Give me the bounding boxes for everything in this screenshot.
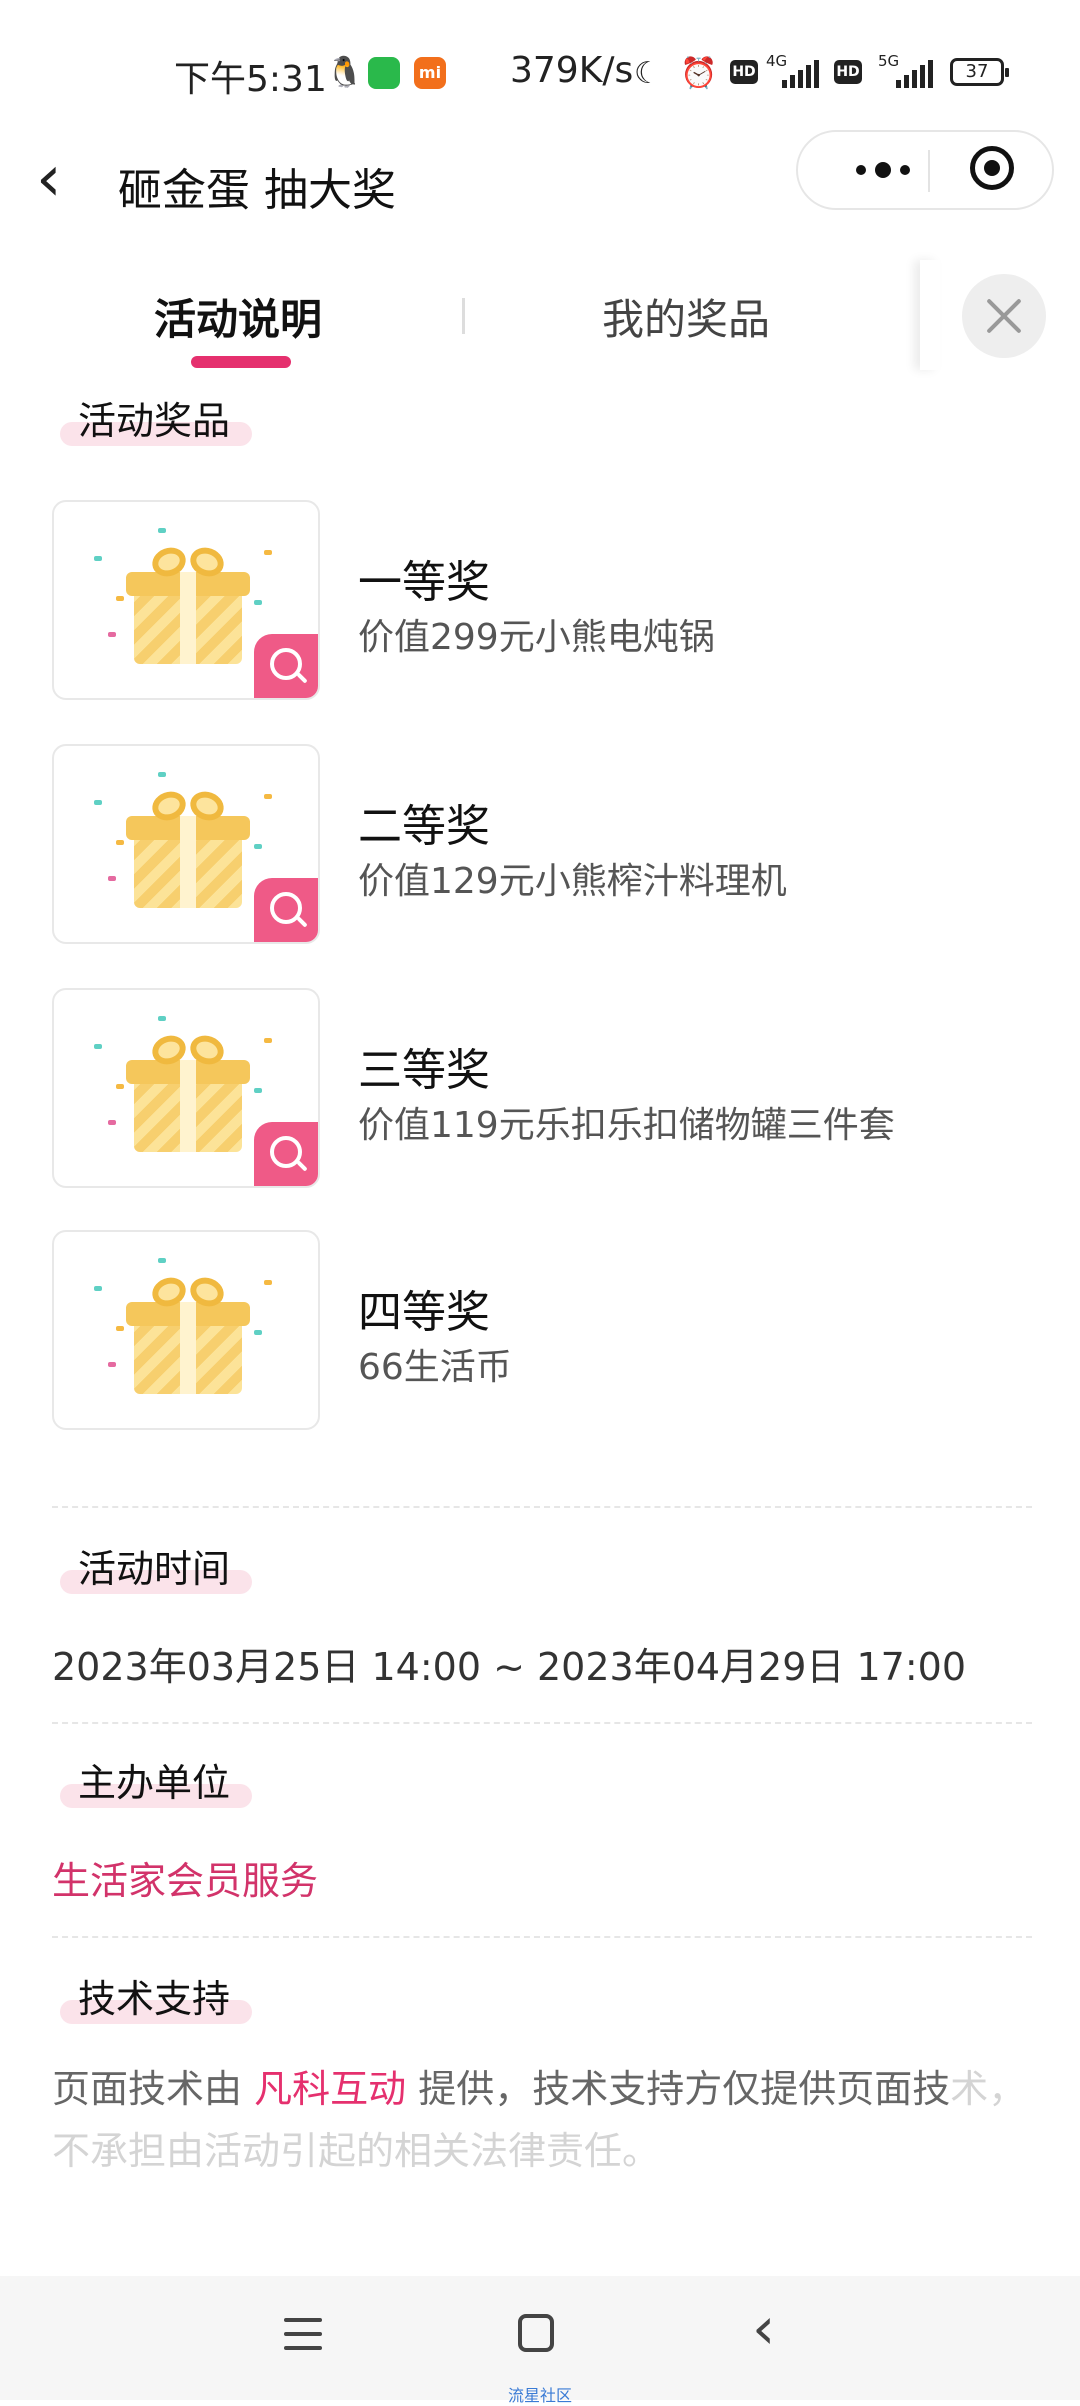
hd-badge: HD — [834, 60, 862, 84]
tab-activity-description[interactable]: 活动说明 — [154, 286, 322, 347]
back-icon[interactable]: ‹ — [752, 2294, 775, 2362]
organizer-link[interactable]: 生活家会员服务 — [52, 1850, 318, 1905]
support-description: 页面技术由 凡科互动 提供，技术支持方仅提供页面技术，不承担由活动引起的相关法律… — [52, 2058, 1032, 2182]
chevron-left-icon[interactable]: ‹ — [36, 142, 62, 216]
tab-bar: 活动说明 我的奖品 — [0, 260, 1080, 380]
network-speed: 379K/s — [510, 50, 634, 91]
more-dots-icon[interactable] — [828, 132, 938, 208]
capsule-menu — [796, 130, 1054, 210]
tab-divider — [462, 298, 465, 334]
support-text: 提供，技术支持方仅提供页面技 — [406, 2067, 951, 2111]
mini-program-navbar: ‹ 砸金蛋 抽大奖 — [0, 130, 1080, 240]
target-circle-icon[interactable] — [970, 146, 1014, 190]
watermark: 流星社区 — [508, 2386, 573, 2405]
battery-icon: 37 — [950, 58, 1009, 86]
gift-box-icon — [126, 1030, 250, 1154]
activity-time-value: 2023年03月25日 14:00 ~ 2023年04月29日 17:00 — [52, 1645, 967, 1689]
prize-thumbnail[interactable] — [52, 988, 320, 1188]
prize-name: 四等奖 — [358, 1287, 490, 1338]
zoom-search-icon[interactable] — [254, 634, 318, 698]
section-heading-support: 技术支持 — [52, 1968, 252, 2028]
status-time: 下午5:31 — [174, 59, 327, 100]
section-title: 主办单位 — [78, 1761, 231, 1805]
system-navigation-bar: ‹ 流星社区 — [0, 2276, 1080, 2405]
prize-thumbnail[interactable] — [52, 744, 320, 944]
page-title: 砸金蛋 抽大奖 — [118, 165, 396, 216]
qq-icon: 🐧 — [326, 55, 364, 90]
section-heading-time: 活动时间 — [52, 1538, 252, 1598]
prize-item[interactable]: 一等奖 价值299元小熊电炖锅 — [52, 500, 1020, 704]
support-text: 页面技术由 — [52, 2067, 255, 2111]
section-heading-prizes: 活动奖品 — [52, 390, 252, 450]
section-heading-organizer: 主办单位 — [52, 1752, 252, 1812]
signal-icon — [782, 60, 820, 88]
section-title: 活动奖品 — [78, 399, 231, 443]
prize-item[interactable]: 二等奖 价值129元小熊榨汁料理机 — [52, 744, 1020, 948]
section-title: 活动时间 — [78, 1547, 231, 1591]
tab-my-prizes[interactable]: 我的奖品 — [602, 286, 770, 347]
gift-box-icon — [126, 542, 250, 666]
prize-item[interactable]: 三等奖 价值119元乐扣乐扣储物罐三件套 — [52, 988, 1020, 1192]
prize-name: 二等奖 — [358, 801, 490, 852]
tab-fade-edge — [920, 260, 940, 370]
signal-icon — [896, 60, 934, 88]
prize-description: 价值129元小熊榨汁料理机 — [358, 861, 787, 902]
section-title: 技术支持 — [78, 1977, 231, 2021]
section-divider — [52, 1722, 1032, 1724]
gift-box-icon — [126, 1272, 250, 1396]
alarm-icon: ⏰ — [680, 56, 718, 91]
section-divider — [52, 1936, 1032, 1938]
capsule-divider — [928, 150, 930, 192]
section-divider — [52, 1506, 1032, 1508]
home-icon[interactable] — [518, 2314, 554, 2352]
prize-description: 价值299元小熊电炖锅 — [358, 617, 715, 658]
gift-box-icon — [126, 786, 250, 910]
moon-icon: ☾ — [634, 56, 661, 91]
prize-thumbnail[interactable] — [52, 500, 320, 700]
zoom-search-icon[interactable] — [254, 878, 318, 942]
status-bar: 下午5:31 🐧 mi 379K/s ☾ ⏰ HD 4G HD 5G 37 — [0, 0, 1080, 140]
prize-thumbnail[interactable] — [52, 1230, 320, 1430]
hd-badge: HD — [730, 60, 758, 84]
close-icon[interactable] — [962, 274, 1046, 358]
active-tab-indicator — [191, 356, 291, 368]
prize-description: 66生活币 — [358, 1347, 512, 1388]
provider-link[interactable]: 凡科互动 — [254, 2067, 406, 2111]
prize-description: 价值119元乐扣乐扣储物罐三件套 — [358, 1105, 895, 1146]
prize-name: 三等奖 — [358, 1045, 490, 1096]
prize-item[interactable]: 四等奖 66生活币 — [52, 1230, 1020, 1434]
mi-icon: mi — [414, 57, 446, 89]
wechat-icon — [368, 57, 400, 89]
zoom-search-icon[interactable] — [254, 1122, 318, 1186]
prize-name: 一等奖 — [358, 557, 490, 608]
menu-icon[interactable] — [284, 2316, 322, 2352]
